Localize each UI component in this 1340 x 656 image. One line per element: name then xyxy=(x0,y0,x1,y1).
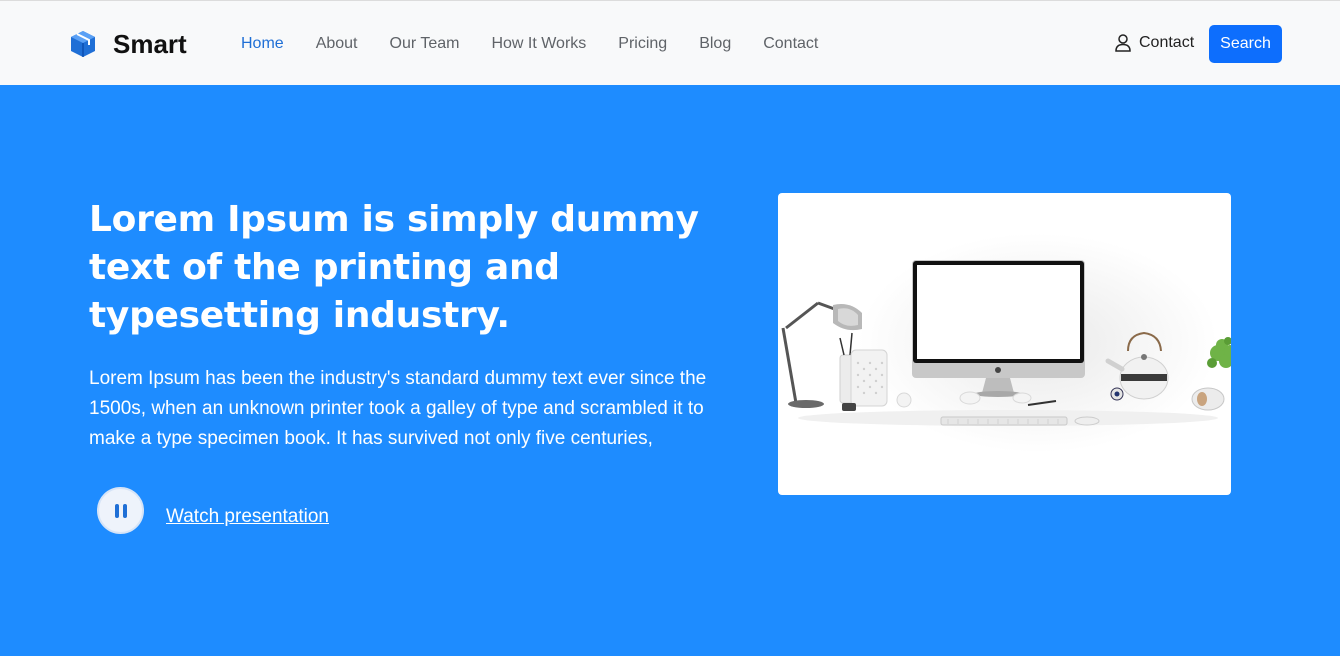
play-button[interactable] xyxy=(97,487,144,534)
main-nav: Home About Our Team How It Works Pricing… xyxy=(241,34,850,54)
contact-link[interactable]: Contact xyxy=(1115,34,1194,52)
nav-item-pricing[interactable]: Pricing xyxy=(618,34,667,54)
brand-name: Smart xyxy=(113,29,187,59)
hero-title: Lorem Ipsum is simply dummy text of the … xyxy=(89,199,699,336)
nav-item-contact[interactable]: Contact xyxy=(763,34,818,54)
hero-image xyxy=(778,193,1231,495)
brand[interactable]: Smart xyxy=(68,29,187,59)
computer-monitor xyxy=(912,260,1085,397)
nav-item-blog[interactable]: Blog xyxy=(699,34,731,54)
navbar: Smart Home About Our Team How It Works P… xyxy=(0,0,1340,85)
nav-item-home[interactable]: Home xyxy=(241,34,284,54)
nav-item-how-it-works[interactable]: How It Works xyxy=(491,34,586,54)
desk-illustration xyxy=(781,233,1231,453)
hero-description: Lorem Ipsum has been the industry's stan… xyxy=(89,368,707,449)
user-icon xyxy=(1115,34,1131,52)
contact-label: Contact xyxy=(1139,34,1195,51)
nav-item-our-team[interactable]: Our Team xyxy=(390,34,460,54)
search-button[interactable]: Search xyxy=(1209,25,1282,63)
nav-item-about[interactable]: About xyxy=(316,34,358,54)
pause-icon xyxy=(114,503,127,518)
watch-presentation-link[interactable]: Watch presentation xyxy=(166,506,329,528)
cube-icon xyxy=(71,31,95,57)
